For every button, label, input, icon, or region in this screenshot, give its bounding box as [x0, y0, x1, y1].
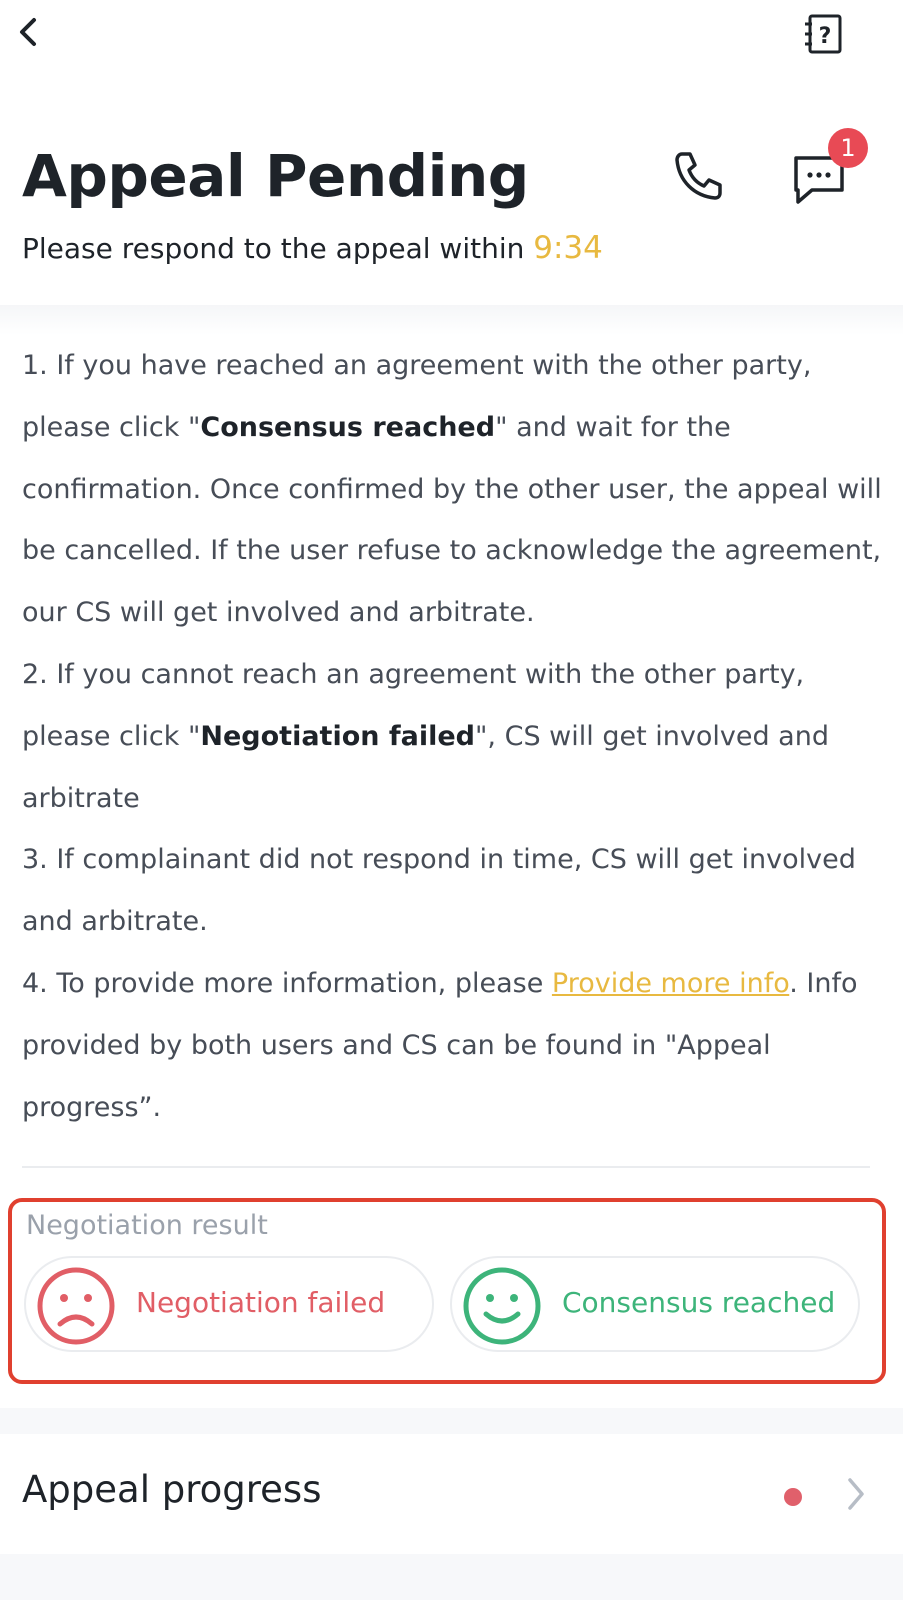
negotiation-failed-button[interactable]: Negotiation failed — [24, 1256, 434, 1352]
call-button[interactable] — [672, 148, 726, 202]
appeal-deadline-text: Please respond to the appeal within 9:34 — [22, 230, 603, 266]
consensus-reached-emphasis: Consensus reached — [200, 411, 496, 443]
countdown-timer: 9:34 — [533, 230, 603, 266]
chevron-right-icon — [848, 1478, 864, 1510]
provide-more-info-link[interactable]: Provide more info — [552, 968, 789, 999]
consensus-reached-button[interactable]: Consensus reached — [450, 1256, 860, 1352]
page-title: Appeal Pending — [22, 142, 529, 210]
back-arrow-icon — [20, 18, 36, 46]
negotiation-result-label: Negotiation result — [26, 1210, 268, 1241]
consensus-reached-label: Consensus reached — [562, 1286, 836, 1319]
section-separator — [0, 1408, 903, 1434]
smile-face-icon — [463, 1267, 541, 1345]
back-button[interactable] — [10, 12, 50, 56]
top-bar: ? — [0, 0, 903, 80]
sad-face-icon — [37, 1267, 115, 1345]
negotiation-failed-emphasis: Negotiation failed — [200, 720, 476, 752]
help-document-icon: ? — [805, 14, 842, 54]
unread-badge: 1 — [828, 128, 868, 168]
instruction-3: 3. If complainant did not respond in tim… — [22, 844, 856, 938]
help-button[interactable]: ? — [802, 12, 846, 56]
bottom-separator — [0, 1554, 903, 1600]
section-divider — [0, 305, 903, 335]
phone-icon — [675, 152, 722, 200]
instruction-1: 1. If you have reached an agreement with… — [22, 350, 882, 629]
header: Appeal Pending Please respond to the app… — [0, 80, 903, 305]
svg-text:?: ? — [819, 24, 832, 49]
instruction-2: 2. If you cannot reach an agreement with… — [22, 658, 829, 814]
negotiation-result-section: Negotiation result Negotiation failed Co… — [8, 1198, 886, 1384]
appeal-progress-row[interactable]: Appeal progress — [0, 1434, 903, 1554]
unread-dot — [784, 1488, 802, 1506]
divider-line — [22, 1166, 870, 1168]
appeal-instructions: 1. If you have reached an agreement with… — [22, 335, 888, 1138]
instruction-4: 4. To provide more information, please P… — [22, 967, 858, 1123]
deadline-label: Please respond to the appeal within — [22, 232, 534, 265]
appeal-progress-label: Appeal progress — [22, 1468, 322, 1511]
negotiation-failed-label: Negotiation failed — [136, 1286, 386, 1319]
